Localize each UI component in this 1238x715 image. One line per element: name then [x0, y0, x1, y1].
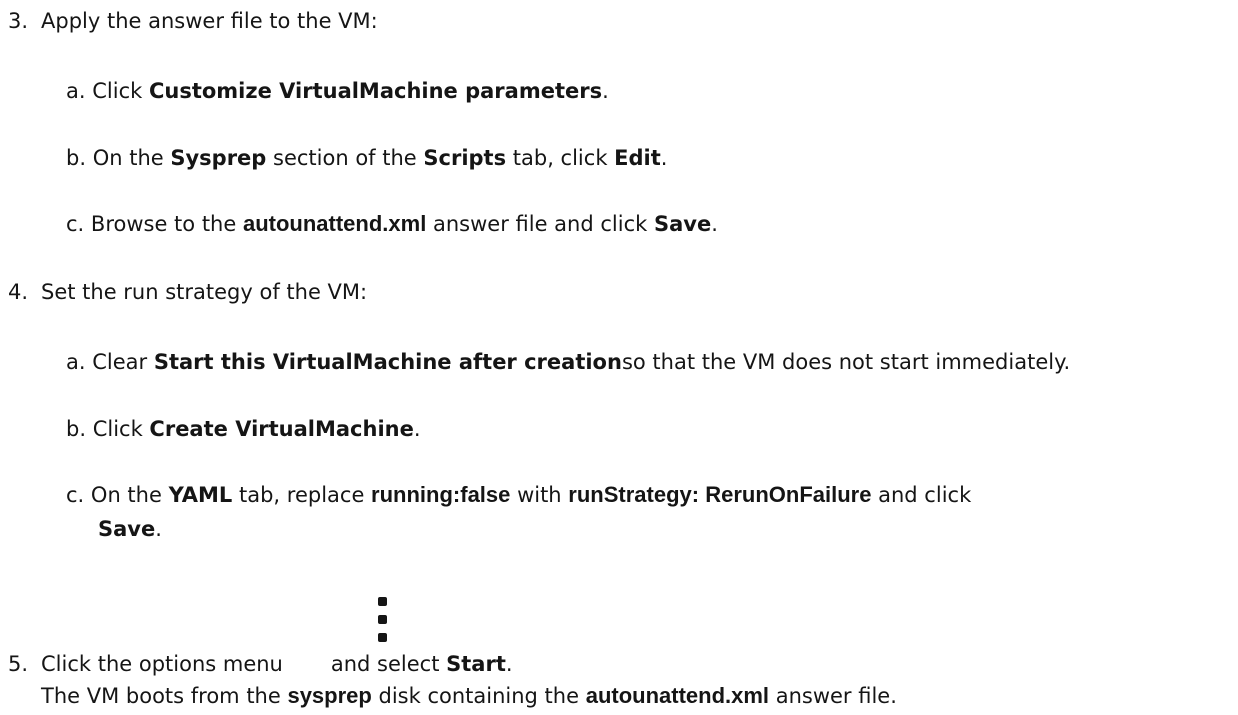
- step-text: and select: [330, 652, 447, 676]
- step-text: .: [505, 652, 513, 676]
- substep-text: Clear: [92, 350, 154, 374]
- note-text: answer file.: [769, 684, 897, 708]
- step-4: 4. Set the run strategy of the VM:: [8, 280, 367, 305]
- step-4c-continued: Save.: [98, 517, 162, 542]
- substep-marker: c.: [66, 483, 85, 507]
- disk-sysprep: sysprep: [287, 683, 372, 708]
- ui-label-start-after-creation: Start this VirtualMachine after creation: [153, 350, 622, 374]
- substep-marker: b.: [66, 417, 87, 441]
- filename-autounattend: autounattend.xml: [585, 683, 770, 708]
- code-run-strategy: runStrategy: RerunOnFailure: [568, 482, 872, 507]
- step-number: 5.: [8, 652, 29, 676]
- ui-label-scripts-tab: Scripts: [423, 146, 507, 170]
- substep-marker: b.: [66, 146, 87, 170]
- step-text: Apply the answer file to the VM:: [41, 9, 378, 33]
- substep-text: and click: [871, 483, 972, 507]
- substep-text: .: [660, 146, 668, 170]
- substep-text: On the: [90, 483, 169, 507]
- substep-marker: a.: [66, 350, 86, 374]
- note-text: disk containing the: [371, 684, 586, 708]
- filename-autounattend: autounattend.xml: [242, 211, 427, 236]
- step-number: 3.: [8, 9, 29, 33]
- ui-label-sysprep: Sysprep: [170, 146, 267, 170]
- substep-text: Browse to the: [90, 212, 243, 236]
- ui-label-start: Start: [446, 652, 506, 676]
- step-5-note: The VM boots from the sysprep disk conta…: [41, 683, 897, 709]
- substep-text: .: [602, 79, 609, 103]
- substep-text: tab, click: [506, 146, 615, 170]
- step-number: 4.: [8, 280, 29, 304]
- step-4a: a. Clear Start this VirtualMachine after…: [66, 350, 1070, 375]
- step-3: 3. Apply the answer file to the VM:: [8, 9, 378, 34]
- substep-text: answer file and click: [426, 212, 654, 236]
- step-text: Set the run strategy of the VM:: [41, 280, 368, 304]
- substep-text: .: [155, 517, 162, 541]
- ui-label-save: Save: [653, 212, 712, 236]
- step-text: Click the options menu: [41, 652, 283, 676]
- substep-marker: c.: [66, 212, 85, 236]
- step-4b: b. Click Create VirtualMachine.: [66, 417, 421, 442]
- ui-label-yaml-tab: YAML: [168, 483, 233, 507]
- substep-text: Click: [92, 79, 149, 103]
- note-text: The VM boots from the: [41, 684, 288, 708]
- ui-label-customize-vm-parameters: Customize VirtualMachine parameters: [148, 79, 603, 103]
- step-3c: c. Browse to the autounattend.xml answer…: [66, 211, 718, 237]
- substep-marker: a.: [66, 79, 86, 103]
- step-4c: c. On the YAML tab, replace running:fals…: [66, 482, 971, 508]
- substep-text: with: [510, 483, 569, 507]
- kebab-icon: [378, 597, 388, 643]
- substep-text: so that the VM does not start immediatel…: [621, 350, 1071, 374]
- substep-text: section of the: [266, 146, 424, 170]
- substep-text: tab, replace: [232, 483, 372, 507]
- ui-label-save: Save: [98, 517, 156, 541]
- substep-text: On the: [92, 146, 171, 170]
- step-3b: b. On the Sysprep section of the Scripts…: [66, 146, 667, 171]
- substep-text: Click: [92, 417, 150, 441]
- substep-text: .: [711, 212, 718, 236]
- code-running-false: running:false: [371, 482, 511, 507]
- substep-text: .: [413, 417, 421, 441]
- step-5: 5. Click the options menu and select Start…: [8, 652, 513, 677]
- ui-label-edit: Edit: [614, 146, 661, 170]
- ui-label-create-vm: Create VirtualMachine: [149, 417, 414, 441]
- step-3a: a. Click Customize VirtualMachine parame…: [66, 79, 609, 104]
